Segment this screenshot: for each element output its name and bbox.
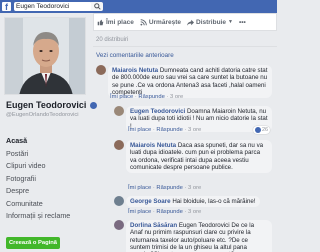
page-name-text: Eugen Teodorovici bbox=[6, 100, 87, 110]
avatar[interactable] bbox=[114, 106, 124, 116]
comment-like-link[interactable]: Îmi place bbox=[128, 185, 151, 191]
comment-time[interactable]: 3 ore bbox=[188, 185, 201, 191]
comment-author[interactable]: Dorlina Săsăran bbox=[130, 222, 177, 229]
menu-item-postari[interactable]: Postări bbox=[6, 148, 86, 161]
more-dots-icon: ••• bbox=[238, 18, 246, 26]
comment-author[interactable]: Maiarois Netuta bbox=[130, 142, 176, 149]
chevron-down-icon: ▼ bbox=[227, 19, 233, 25]
page-menu: Acasă Postări Clipuri video Fotografii D… bbox=[6, 135, 86, 223]
avatar[interactable] bbox=[114, 220, 124, 230]
facebook-logo-icon[interactable]: f bbox=[2, 2, 11, 12]
comment-item: George Soare Hai bloiduie, las-o că mără… bbox=[114, 196, 276, 208]
like-page-label: Îmi place bbox=[106, 18, 134, 26]
comment-author[interactable]: Eugen Teodorovici bbox=[130, 108, 185, 115]
menu-item-fotografii[interactable]: Fotografii bbox=[6, 173, 86, 186]
share-label: Distribuie bbox=[196, 18, 226, 26]
more-options-button[interactable]: ••• bbox=[236, 19, 249, 26]
comment-time[interactable]: 3 ore bbox=[170, 94, 183, 100]
comment-like-link[interactable]: Îmi place bbox=[128, 209, 151, 215]
menu-item-despre[interactable]: Despre bbox=[6, 185, 86, 198]
comment-actions: Îmi place · Răspunde · 3 ore bbox=[128, 209, 202, 215]
top-navigation-bar: f Eugen Teodorovici bbox=[0, 0, 277, 13]
page-action-bar: Îmi place Urmărește Distribuie ▼ ••• bbox=[93, 13, 277, 31]
menu-item-acasa[interactable]: Acasă bbox=[6, 135, 86, 148]
comment-bubble: Maiarois Netuta Daca asa spuneti, dar sa… bbox=[126, 140, 272, 174]
page-name: Eugen Teodorovici bbox=[6, 100, 97, 110]
comment-item: Dorlina Săsăran Eugen Teodorovici De ce … bbox=[114, 220, 276, 252]
profile-photo-image bbox=[5, 18, 85, 94]
rss-icon bbox=[140, 18, 147, 26]
search-button[interactable] bbox=[91, 2, 103, 11]
follow-button[interactable]: Urmărește bbox=[137, 19, 184, 26]
comment-author[interactable]: George Soare bbox=[130, 198, 171, 205]
avatar[interactable] bbox=[96, 65, 106, 75]
menu-item-comunitate[interactable]: Comunitate bbox=[6, 198, 86, 211]
profile-picture[interactable] bbox=[4, 17, 86, 95]
page-handle[interactable]: @EugenOrlandoTeodorovici bbox=[6, 112, 88, 119]
comment-item: Maiarois Netuta Daca asa spuneti, dar sa… bbox=[114, 140, 276, 174]
search-input[interactable]: Eugen Teodorovici bbox=[14, 2, 92, 11]
comment-like-link[interactable]: Îmi place bbox=[128, 127, 151, 133]
facebook-page: { "topbar": { "search_value": "Eugen Teo… bbox=[0, 0, 277, 252]
comment-time[interactable]: 3 ore bbox=[188, 209, 201, 215]
like-reaction-icon bbox=[255, 127, 261, 133]
comment-reply-link[interactable]: Răspunde bbox=[138, 94, 164, 100]
comment-reply-link[interactable]: Răspunde bbox=[156, 209, 182, 215]
thumbs-up-icon bbox=[97, 19, 104, 25]
like-page-button[interactable]: Îmi place bbox=[94, 19, 137, 26]
avatar[interactable] bbox=[114, 140, 124, 150]
comment-like-link[interactable]: Îmi place bbox=[110, 94, 133, 100]
page-sidebar: Eugen Teodorovici @EugenOrlandoTeodorovi… bbox=[0, 13, 97, 252]
comment-bubble: George Soare Hai bloiduie, las-o că mără… bbox=[126, 196, 260, 208]
share-button[interactable]: Distribuie ▼ bbox=[184, 19, 236, 26]
menu-item-clipuri-video[interactable]: Clipuri video bbox=[6, 160, 86, 173]
comment-bubble: Dorlina Săsăran Eugen Teodorovici De ce … bbox=[126, 220, 272, 252]
comment-text: Hai bloiduie, las-o că mărăine! bbox=[172, 198, 256, 205]
menu-item-informatii-reclame[interactable]: Informații și reclame bbox=[6, 210, 86, 223]
reaction-count[interactable]: 26 bbox=[253, 126, 271, 134]
shares-count[interactable]: 20 distribuiri bbox=[96, 37, 128, 43]
create-page-button[interactable]: Creează o Pagină bbox=[6, 237, 61, 249]
comment-actions: Îmi place · Răspunde · 3 ore bbox=[110, 94, 184, 100]
comment-time[interactable]: 3 ore bbox=[188, 127, 201, 133]
avatar[interactable] bbox=[114, 196, 124, 206]
post-area: Îmi place Urmărește Distribuie ▼ ••• 20 … bbox=[93, 13, 277, 252]
share-arrow-icon bbox=[187, 19, 194, 26]
divider bbox=[93, 46, 277, 47]
comment-reply-link[interactable]: Răspunde bbox=[156, 127, 182, 133]
reaction-count-text: 26 bbox=[262, 127, 269, 133]
follow-label: Urmărește bbox=[148, 18, 181, 26]
view-older-comments-link[interactable]: Vezi comentariile anterioare bbox=[96, 52, 174, 59]
comment-author[interactable]: Maiarois Netuta bbox=[112, 67, 158, 74]
comment-reply-link[interactable]: Răspunde bbox=[156, 185, 182, 191]
search-icon bbox=[93, 3, 101, 10]
comment-actions: Îmi place · Răspunde · 3 ore bbox=[128, 127, 202, 133]
comment-actions: Îmi place · Răspunde · 3 ore bbox=[128, 185, 202, 191]
